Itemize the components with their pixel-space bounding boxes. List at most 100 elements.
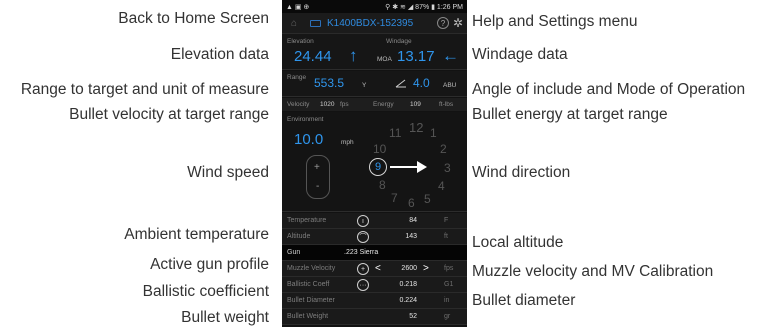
windage-value: 13.17 bbox=[397, 48, 435, 65]
bullet-diameter-unit: in bbox=[444, 297, 450, 304]
dial-number-12: 12 bbox=[409, 120, 424, 135]
minus-icon[interactable]: - bbox=[316, 181, 319, 192]
more-options-icon[interactable]: ··· bbox=[357, 279, 369, 291]
caption-windage: Windage data bbox=[472, 46, 568, 63]
crosshair-icon[interactable]: + bbox=[357, 263, 369, 275]
elevation-windage-panel: Elevation 24.44 ↑ Windage MOA 13.17 ← bbox=[282, 34, 467, 70]
range-angle-panel: Range 553.5 Y 4.0 ABU bbox=[282, 71, 467, 97]
wind-speed-unit: mph bbox=[341, 139, 354, 146]
bullet-weight-value: 52 bbox=[409, 313, 417, 320]
environment-label: Environment bbox=[287, 116, 324, 123]
energy-value: 109 bbox=[410, 101, 421, 108]
dial-number-6: 6 bbox=[408, 196, 415, 210]
caption-back-to-home: Back to Home Screen bbox=[118, 10, 269, 27]
home-icon: ⌂ bbox=[290, 17, 298, 29]
velocity-value: 1020 bbox=[320, 101, 335, 108]
caption-ambient-temperature: Ambient temperature bbox=[124, 226, 269, 243]
table-row-gun[interactable]: Gun .223 Sierra bbox=[282, 245, 467, 261]
range-label: Range bbox=[287, 74, 307, 81]
dial-number-4: 4 bbox=[438, 179, 445, 193]
windage-unit: MOA bbox=[377, 56, 392, 63]
ballistic-coeff-label: Ballistic Coeff bbox=[287, 281, 330, 288]
velocity-label: Velocity bbox=[287, 101, 310, 108]
app-screen: ▲ ▣ ⊕ ⚲ ✱ ≋ ◢ 87% ▮ 1:26 PM ⌂ K1400BDX-1… bbox=[282, 0, 467, 327]
caption-range: Range to target and unit of measure bbox=[20, 81, 269, 98]
caption-angle-mode: Angle of include and Mode of Operation bbox=[472, 81, 746, 98]
ballistic-coeff-value: 0.218 bbox=[399, 281, 417, 288]
dial-number-8: 8 bbox=[379, 178, 386, 192]
bullet-diameter-label: Bullet Diameter bbox=[287, 297, 335, 304]
angle-value: 4.0 bbox=[413, 76, 430, 90]
energy-label: Energy bbox=[373, 101, 394, 108]
wind-speed-stepper[interactable]: + - bbox=[306, 155, 330, 199]
mv-decrease-button[interactable]: < bbox=[375, 263, 381, 274]
gun-label: Gun bbox=[287, 249, 301, 256]
table-row-muzzle-velocity[interactable]: Muzzle Velocity + < 2600 > fps bbox=[282, 261, 467, 277]
windage-label: Windage bbox=[386, 38, 412, 45]
device-title: K1400BDX-152395 bbox=[327, 17, 414, 29]
table-row-ballistic-coeff[interactable]: Ballistic Coeff ··· 0.218 G1 bbox=[282, 277, 467, 293]
altitude-label: Altitude bbox=[287, 233, 311, 240]
environment-panel: Environment 10.0 mph + - 12 1 2 3 4 5 6 … bbox=[282, 112, 467, 212]
table-row-temperature[interactable]: Temperature ı 84 F bbox=[282, 213, 467, 229]
status-icons-right: ⚲ ✱ ≋ ◢ 87% ▮ 1:26 PM bbox=[385, 3, 463, 11]
home-button[interactable]: ⌂ bbox=[286, 17, 302, 30]
plus-icon[interactable]: + bbox=[314, 162, 320, 173]
angle-icon bbox=[395, 79, 406, 88]
mountain-icon: ⌒ bbox=[357, 231, 369, 243]
caption-bullet-weight: Bullet weight bbox=[181, 309, 269, 326]
caption-ballistic-coefficient: Ballistic coefficient bbox=[142, 283, 269, 300]
wind-speed-value: 10.0 bbox=[294, 131, 324, 148]
mv-increase-button[interactable]: > bbox=[423, 263, 429, 274]
dial-number-7: 7 bbox=[391, 191, 398, 205]
bullet-weight-unit: gr bbox=[444, 313, 451, 320]
energy-unit: ft-lbs bbox=[439, 101, 454, 108]
table-row-bullet-diameter[interactable]: Bullet Diameter 0.224 in bbox=[282, 293, 467, 309]
arrow-left-icon: ← bbox=[442, 46, 459, 65]
dial-number-10: 10 bbox=[373, 142, 387, 156]
muzzle-velocity-unit: fps bbox=[444, 265, 454, 272]
altitude-unit: ft bbox=[444, 233, 448, 240]
elevation-value: 24.44 bbox=[294, 48, 332, 65]
velocity-unit: fps bbox=[340, 101, 349, 108]
dial-number-1: 1 bbox=[430, 126, 437, 140]
profile-table: Temperature ı 84 F Altitude ⌒ 143 ft Gun… bbox=[282, 213, 467, 325]
dial-number-3: 3 bbox=[444, 161, 451, 175]
bullet-diameter-value: 0.224 bbox=[399, 297, 417, 304]
dial-number-11: 11 bbox=[389, 126, 402, 140]
gear-icon: ✲ bbox=[452, 16, 463, 30]
status-icons-left: ▲ ▣ ⊕ bbox=[286, 3, 310, 11]
wind-direction-dial[interactable]: 12 1 2 3 4 5 6 7 8 9 10 11 bbox=[369, 116, 462, 210]
muzzle-velocity-label: Muzzle Velocity bbox=[287, 265, 336, 272]
caption-muzzle-velocity: Muzzle velocity and MV Calibration bbox=[472, 263, 714, 280]
thermometer-icon: ı bbox=[357, 215, 369, 227]
settings-button[interactable]: ✲ bbox=[453, 16, 463, 30]
status-bar: ▲ ▣ ⊕ ⚲ ✱ ≋ ◢ 87% ▮ 1:26 PM bbox=[282, 0, 467, 13]
caption-bullet-energy: Bullet energy at target range bbox=[472, 106, 668, 123]
dial-number-2: 2 bbox=[440, 142, 447, 156]
range-unit: Y bbox=[362, 82, 367, 89]
help-button[interactable]: ? bbox=[436, 17, 449, 29]
ballistic-coeff-unit: G1 bbox=[444, 281, 454, 288]
elevation-label: Elevation bbox=[287, 38, 314, 45]
temperature-label: Temperature bbox=[287, 217, 327, 224]
mode-value[interactable]: ABU bbox=[443, 82, 456, 89]
caption-bullet-diameter: Bullet diameter bbox=[472, 292, 576, 309]
caption-wind-direction: Wind direction bbox=[472, 164, 571, 181]
altitude-value: 143 bbox=[405, 233, 417, 240]
gun-value: .223 Sierra bbox=[344, 249, 379, 256]
help-icon: ? bbox=[440, 18, 446, 28]
temperature-value: 84 bbox=[409, 217, 417, 224]
table-row-altitude[interactable]: Altitude ⌒ 143 ft bbox=[282, 229, 467, 245]
caption-bullet-velocity: Bullet velocity at target range bbox=[69, 106, 269, 123]
dial-number-5: 5 bbox=[424, 192, 431, 206]
wind-direction-arrow-icon bbox=[390, 161, 427, 173]
velocity-energy-strip: Velocity 1020 fps Energy 109 ft-lbs bbox=[282, 98, 467, 111]
muzzle-velocity-value: 2600 bbox=[401, 265, 417, 272]
arrow-up-icon: ↑ bbox=[349, 46, 358, 65]
caption-help-settings: Help and Settings menu bbox=[472, 13, 638, 30]
title-bar: ⌂ K1400BDX-152395 ? ✲ bbox=[282, 13, 467, 34]
device-icon bbox=[310, 19, 321, 27]
table-row-bullet-weight[interactable]: Bullet Weight 52 gr bbox=[282, 309, 467, 325]
dial-selected-9[interactable]: 9 bbox=[369, 158, 387, 176]
